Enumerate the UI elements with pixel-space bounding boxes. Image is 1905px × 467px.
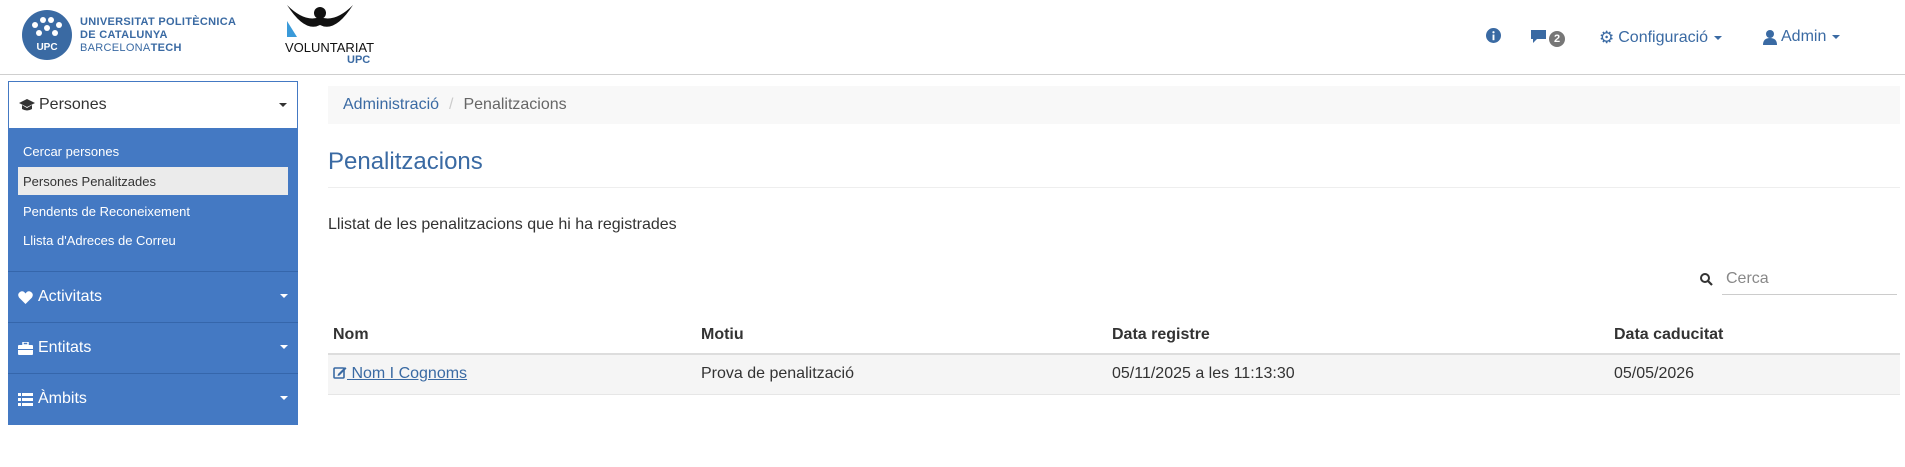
- sidebar-section-label: Àmbits: [38, 390, 87, 407]
- sidebar-section-persones[interactable]: Persones: [8, 81, 298, 129]
- penalty-person-name: Nom I Cognoms: [351, 365, 468, 383]
- sidebar-section-label: Entitats: [38, 339, 92, 356]
- chevron-down-icon: [1714, 36, 1723, 40]
- sidebar-section-label: Persones: [39, 96, 107, 113]
- penalties-table: Nom Motiu Data registre Data caducitat N…: [328, 316, 1900, 395]
- chevron-down-icon: [1832, 35, 1841, 39]
- sidebar-item-label: Pendents de Reconeixement: [23, 203, 190, 219]
- title-divider: [328, 187, 1900, 188]
- sidebar-item-pendents-reconeixement[interactable]: Pendents de Reconeixement: [18, 197, 288, 225]
- voluntariat-logo-sub: UPC: [347, 54, 371, 66]
- cell-data-caducitat: 05/05/2026: [1609, 354, 1900, 395]
- chevron-down-icon: [280, 345, 288, 349]
- sidebar-item-label: Persones Penalitzades: [23, 173, 156, 189]
- breadcrumb-current: Penalitzacions: [463, 96, 567, 113]
- config-label: Configuració: [1618, 29, 1709, 46]
- graduation-cap-icon: [19, 98, 37, 112]
- table-row: Nom I Cognoms Prova de penalització 05/1…: [328, 354, 1900, 395]
- upc-logo[interactable]: UPC UNIVERSITAT POLITÈCNICA DE CATALUNYA…: [22, 10, 236, 60]
- table-header-row: Nom Motiu Data registre Data caducitat: [328, 316, 1900, 355]
- voluntariat-figure-icon: [287, 5, 353, 37]
- upc-logo-circle-text: UPC: [36, 42, 58, 53]
- user-menu[interactable]: Admin: [1763, 28, 1841, 46]
- chevron-down-icon: [279, 103, 287, 107]
- upc-logo-text: UNIVERSITAT POLITÈCNICA DE CATALUNYA BAR…: [80, 16, 236, 55]
- sidebar-section-activitats[interactable]: Activitats: [8, 272, 298, 322]
- sidebar: Persones Cercar persones Persones Penali…: [8, 81, 298, 425]
- info-icon: [1486, 28, 1501, 43]
- breadcrumb-link-administracio[interactable]: Administració: [343, 96, 439, 114]
- messages-count-badge: 2: [1549, 31, 1566, 47]
- edit-icon: [333, 367, 347, 380]
- sidebar-section-ambits[interactable]: Àmbits: [8, 374, 298, 424]
- voluntariat-logo[interactable]: VOLUNTARIAT UPC: [285, 3, 385, 67]
- edit-penalty-link[interactable]: Nom I Cognoms: [333, 365, 467, 382]
- sidebar-item-label: Cercar persones: [23, 143, 120, 159]
- voluntariat-logo-word: VOLUNTARIAT: [285, 40, 375, 55]
- search-icon: [1692, 272, 1720, 286]
- user-icon: [1763, 29, 1777, 45]
- upc-logo-icon: UPC: [22, 10, 72, 60]
- column-header-motiu[interactable]: Motiu: [696, 316, 1107, 355]
- breadcrumb: Administració / Penalitzacions: [328, 86, 1900, 124]
- config-menu[interactable]: ⚙ Configuració: [1599, 28, 1723, 48]
- gear-icon: ⚙: [1599, 28, 1615, 47]
- chevron-down-icon: [280, 294, 288, 298]
- cell-motiu: Prova de penalització: [696, 354, 1107, 395]
- upc-logo-line2: DE CATALUNYA: [80, 28, 168, 41]
- upc-logo-line3-bold: TECH: [150, 41, 182, 54]
- messages-button[interactable]: 2: [1530, 28, 1566, 47]
- sidebar-section-label: Activitats: [38, 288, 103, 305]
- sidebar-item-label: Llista d'Adreces de Correu: [23, 232, 176, 248]
- user-label: Admin: [1781, 28, 1827, 45]
- list-icon: [18, 392, 36, 406]
- cell-nom: Nom I Cognoms: [328, 354, 696, 395]
- search-input[interactable]: [1722, 263, 1897, 295]
- upc-logo-line3-light: BARCELONA: [80, 41, 151, 54]
- column-header-data-caducitat[interactable]: Data caducitat: [1609, 316, 1900, 355]
- heart-icon: [18, 290, 36, 304]
- sidebar-section-entitats[interactable]: Entitats: [8, 323, 298, 373]
- search-box: [1692, 263, 1900, 295]
- page-title: Penalitzacions: [328, 148, 483, 175]
- sidebar-item-llista-adreces[interactable]: Llista d'Adreces de Correu: [18, 226, 288, 254]
- sidebar-item-cercar-persones[interactable]: Cercar persones: [18, 137, 288, 165]
- briefcase-icon: [18, 341, 36, 355]
- breadcrumb-separator: /: [449, 96, 454, 113]
- chevron-down-icon: [280, 396, 288, 400]
- page-intro-text: Llistat de les penalitzacions que hi ha …: [328, 216, 677, 233]
- upc-logo-line1: UNIVERSITAT POLITÈCNICA: [80, 15, 237, 28]
- info-button[interactable]: [1486, 28, 1501, 43]
- sidebar-item-persones-penalitzades[interactable]: Persones Penalitzades: [18, 167, 288, 195]
- top-navbar: UPC UNIVERSITAT POLITÈCNICA DE CATALUNYA…: [0, 0, 1905, 75]
- comment-icon: [1531, 29, 1546, 43]
- column-header-nom[interactable]: Nom: [328, 316, 696, 355]
- column-header-data-registre[interactable]: Data registre: [1107, 316, 1609, 355]
- cell-data-registre: 05/11/2025 a les 11:13:30: [1107, 354, 1609, 395]
